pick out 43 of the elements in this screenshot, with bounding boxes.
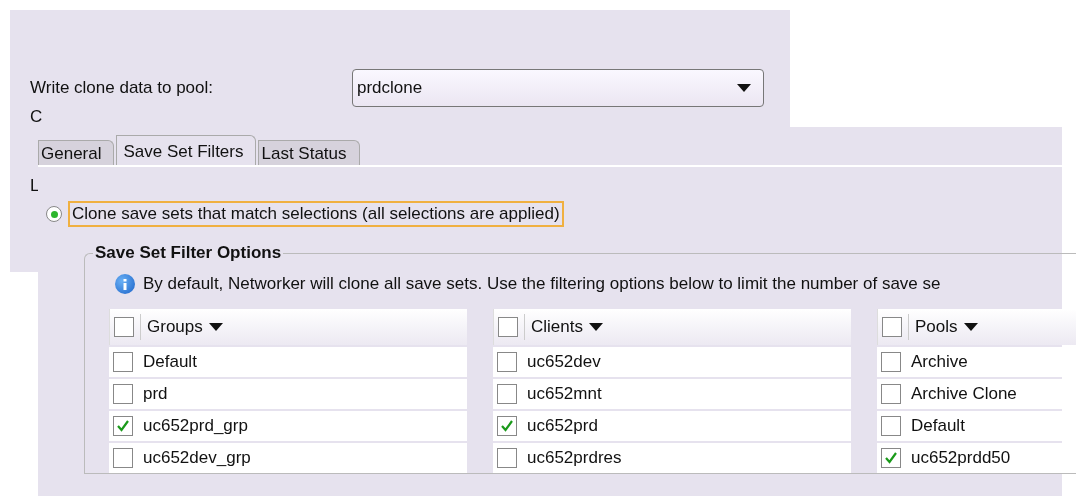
checkbox[interactable] [497,416,517,436]
list-item[interactable]: Default [143,352,197,372]
list-item[interactable]: uc652mnt [527,384,602,404]
checkbox[interactable] [497,352,517,372]
checkbox[interactable] [114,317,134,337]
tab[interactable]: Save Set Filters [116,135,257,165]
caret-icon [963,323,978,331]
checkbox[interactable] [881,384,901,404]
checkbox[interactable] [113,448,133,468]
tab[interactable]: General [38,140,115,165]
tab[interactable]: Last Status [258,140,360,165]
field-label: Write clone data to pool: [30,78,214,98]
list-item[interactable]: Default [911,416,965,436]
checkbox[interactable] [497,384,517,404]
partial-label: C [30,108,43,125]
column-header[interactable]: Pools [915,317,958,337]
caret-icon [588,323,603,331]
list-item[interactable]: uc652prd_grp [143,416,248,436]
info-icon [115,274,135,294]
list-item[interactable]: uc652prd [527,416,598,436]
checkbox[interactable] [881,448,901,468]
checkbox[interactable] [881,352,901,372]
checkbox[interactable] [113,416,133,436]
pool-dropdown[interactable]: prdclone [352,69,764,107]
checkbox[interactable] [498,317,518,337]
radio-label[interactable]: Clone save sets that match selections (all selections are applied) [68,201,564,227]
list-item[interactable]: prd [143,384,168,404]
group-title: Save Set Filter Options [94,243,283,263]
checkbox[interactable] [113,352,133,372]
checkbox[interactable] [113,384,133,404]
checkbox[interactable] [882,317,902,337]
list-item[interactable]: Archive [911,352,968,372]
checkbox[interactable] [881,416,901,436]
caret-icon [737,84,751,92]
list-item[interactable]: uc652prdres [527,448,622,468]
column-header[interactable]: Groups [147,317,203,337]
info-text: By default, Networker will clone all save sets. Use the filtering options below to limit the number of save se [143,274,941,294]
radio-button[interactable] [46,206,62,222]
column-header[interactable]: Clients [531,317,583,337]
checkbox[interactable] [497,448,517,468]
partial-label: L [30,177,40,194]
list-item[interactable]: uc652dev [527,352,601,372]
caret-icon [208,323,223,331]
